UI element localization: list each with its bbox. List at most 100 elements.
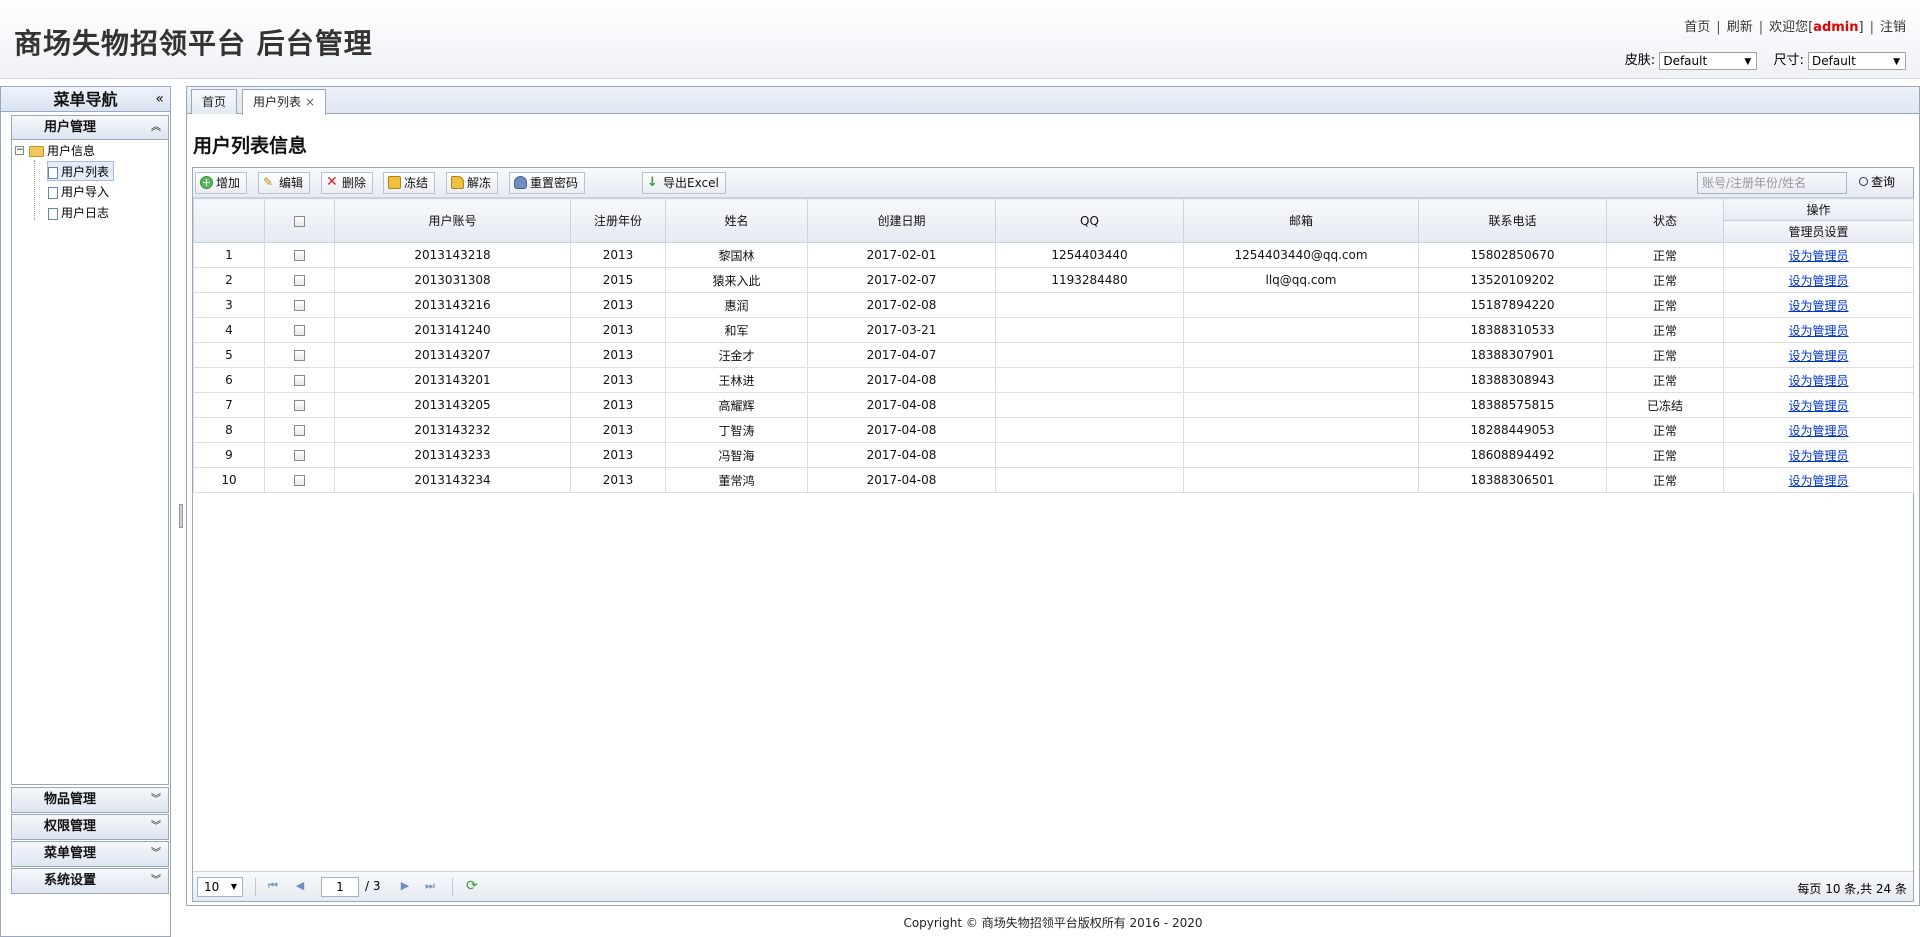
accordion-permission-management[interactable]: 权限管理 ︾ bbox=[11, 814, 169, 840]
table-row[interactable]: 1 2013143218 2013 黎国林 2017-02-01 1254403440 12… bbox=[193, 242, 1914, 268]
close-icon[interactable]: × bbox=[305, 95, 315, 109]
reset-password-button[interactable]: 重置密码 bbox=[509, 172, 586, 194]
set-admin-link[interactable]: 设为管理员 bbox=[1788, 274, 1848, 288]
search-input[interactable]: 账号/注册年份/姓名 bbox=[1697, 172, 1847, 194]
separator: | bbox=[1716, 20, 1721, 35]
accordion-title-permission-management[interactable]: 权限管理 ︾ bbox=[12, 815, 168, 839]
cell-email bbox=[1183, 367, 1419, 393]
page-number-input[interactable]: 1 bbox=[321, 877, 359, 897]
collapse-sidebar-icon[interactable]: « bbox=[155, 87, 164, 112]
table-row[interactable]: 8 2013143232 2013 丁智涛 2017-04-08 18288449053 正… bbox=[193, 417, 1914, 443]
set-admin-link[interactable]: 设为管理员 bbox=[1788, 399, 1848, 413]
accordion-menu-management[interactable]: 菜单管理 ︾ bbox=[11, 841, 169, 867]
document-icon bbox=[48, 166, 58, 179]
table-row[interactable]: 6 2013143201 2013 王林进 2017-04-08 18388308943 正… bbox=[193, 367, 1914, 393]
freeze-button[interactable]: 冻结 bbox=[383, 172, 436, 194]
export-excel-button[interactable]: ↓ 导出Excel bbox=[642, 172, 726, 194]
cell-email: llq@qq.com bbox=[1183, 267, 1419, 293]
row-checkbox[interactable] bbox=[294, 350, 305, 361]
tree-item-user-import[interactable]: 用户导入 bbox=[48, 182, 109, 202]
row-checkbox[interactable] bbox=[294, 300, 305, 311]
cell-phone: 18608894492 bbox=[1418, 442, 1607, 468]
last-page-icon[interactable]: ⏭ bbox=[423, 879, 437, 893]
accordion-title-user-management[interactable]: 用户管理 ︽ bbox=[12, 116, 168, 140]
column-header[interactable]: 注册年份 bbox=[570, 198, 666, 243]
cell-date: 2017-04-08 bbox=[807, 442, 996, 468]
previous-page-icon[interactable]: ◀ bbox=[293, 879, 307, 893]
chevron-down-icon: ︾ bbox=[151, 821, 161, 832]
table-row[interactable]: 4 2013141240 2013 和军 2017-03-21 18388310533 正常… bbox=[193, 317, 1914, 343]
tree-folder-user-info[interactable]: 用户信息 bbox=[29, 141, 95, 161]
row-checkbox[interactable] bbox=[294, 425, 305, 436]
set-admin-link[interactable]: 设为管理员 bbox=[1788, 299, 1848, 313]
edit-button[interactable]: ✎ 编辑 bbox=[258, 172, 311, 194]
row-number-header bbox=[193, 198, 265, 243]
set-admin-link[interactable]: 设为管理员 bbox=[1788, 324, 1848, 338]
button-label: 编辑 bbox=[279, 176, 304, 190]
refresh-link[interactable]: 刷新 bbox=[1727, 16, 1753, 35]
tab-user-list[interactable]: 用户列表 × bbox=[242, 89, 327, 115]
row-checkbox[interactable] bbox=[294, 375, 305, 386]
column-header[interactable]: 邮箱 bbox=[1183, 198, 1419, 243]
row-checkbox[interactable] bbox=[294, 450, 305, 461]
splitter-handle[interactable] bbox=[179, 504, 183, 528]
accordion-title-item-management[interactable]: 物品管理 ︾ bbox=[12, 788, 168, 812]
set-admin-link[interactable]: 设为管理员 bbox=[1788, 449, 1848, 463]
size-select[interactable]: Default ▼ bbox=[1808, 51, 1906, 70]
row-checkbox[interactable] bbox=[294, 250, 305, 261]
home-link[interactable]: 首页 bbox=[1684, 16, 1710, 35]
accordion-title-system-settings[interactable]: 系统设置 ︾ bbox=[12, 869, 168, 893]
column-header[interactable]: 联系电话 bbox=[1418, 198, 1607, 243]
column-header[interactable]: 用户账号 bbox=[334, 198, 571, 243]
set-admin-link[interactable]: 设为管理员 bbox=[1788, 474, 1848, 488]
size-label: 尺寸: bbox=[1773, 53, 1804, 68]
app-title: 商场失物招领平台 后台管理 bbox=[14, 27, 373, 60]
set-admin-link[interactable]: 设为管理员 bbox=[1788, 374, 1848, 388]
set-admin-link[interactable]: 设为管理员 bbox=[1788, 349, 1848, 363]
table-row[interactable]: 9 2013143233 2013 冯智海 2017-04-08 18608894492 正… bbox=[193, 442, 1914, 468]
set-admin-link[interactable]: 设为管理员 bbox=[1788, 424, 1848, 438]
separator bbox=[452, 878, 453, 896]
table-row[interactable]: 3 2013143216 2013 惠润 2017-02-08 15187894220 正常… bbox=[193, 292, 1914, 318]
accordion-label: 菜单管理 bbox=[44, 846, 97, 861]
unfreeze-button[interactable]: 解冻 bbox=[446, 172, 499, 194]
page-size-select[interactable]: 10 ▼ bbox=[197, 877, 243, 897]
row-checkbox[interactable] bbox=[294, 400, 305, 411]
layout-splitter[interactable] bbox=[178, 86, 184, 937]
add-button[interactable]: + 增加 bbox=[195, 172, 248, 194]
column-header[interactable]: QQ bbox=[995, 198, 1184, 243]
row-checkbox[interactable] bbox=[294, 325, 305, 336]
next-page-icon[interactable]: ▶ bbox=[398, 879, 412, 893]
first-page-icon[interactable]: ⏮ bbox=[266, 879, 280, 893]
table-row[interactable]: 2 2013031308 2015 猿来入此 2017-02-07 1193284480 l… bbox=[193, 267, 1914, 293]
table-row[interactable]: 7 2013143205 2013 高耀辉 2017-04-08 18388575815 已… bbox=[193, 392, 1914, 418]
table-row[interactable]: 5 2013143207 2013 汪金才 2017-04-07 18388307901 正… bbox=[193, 342, 1914, 368]
skin-select[interactable]: Default ▼ bbox=[1659, 51, 1758, 70]
collapse-node-icon[interactable]: − bbox=[15, 146, 24, 155]
action-cell: 设为管理员 bbox=[1723, 242, 1914, 268]
column-header[interactable]: 状态 bbox=[1606, 198, 1724, 243]
tree-item-label: 用户列表 bbox=[61, 165, 110, 179]
tree-item-user-log[interactable]: 用户日志 bbox=[48, 203, 109, 223]
column-header[interactable]: 姓名 bbox=[665, 198, 808, 243]
logout-link[interactable]: 注销 bbox=[1880, 16, 1906, 35]
accordion-item-management[interactable]: 物品管理 ︾ bbox=[11, 787, 169, 813]
column-header[interactable]: 创建日期 bbox=[807, 198, 996, 243]
cell-year: 2015 bbox=[570, 267, 666, 293]
row-checkbox[interactable] bbox=[294, 275, 305, 286]
cell-phone: 18388575815 bbox=[1418, 392, 1607, 418]
tab-home[interactable]: 首页 bbox=[191, 89, 238, 114]
row-checkbox[interactable] bbox=[294, 475, 305, 486]
set-admin-link[interactable]: 设为管理员 bbox=[1788, 249, 1848, 263]
delete-button[interactable]: ✕ 删除 bbox=[321, 172, 374, 194]
select-all-checkbox[interactable] bbox=[294, 215, 305, 227]
tree-item-user-list[interactable]: 用户列表 bbox=[47, 161, 115, 181]
cell-name: 惠润 bbox=[665, 292, 808, 318]
search-button[interactable]: 查询 bbox=[1859, 172, 1895, 194]
table-row[interactable]: 10 2013143234 2013 董常鸿 2017-04-08 18388306501… bbox=[193, 467, 1914, 493]
accordion-system-settings[interactable]: 系统设置 ︾ bbox=[11, 868, 169, 894]
accordion-title-menu-management[interactable]: 菜单管理 ︾ bbox=[12, 842, 168, 866]
cell-name: 丁智涛 bbox=[665, 417, 808, 443]
refresh-icon[interactable]: ⟳ bbox=[466, 878, 482, 894]
cell-qq: 1193284480 bbox=[995, 267, 1184, 293]
